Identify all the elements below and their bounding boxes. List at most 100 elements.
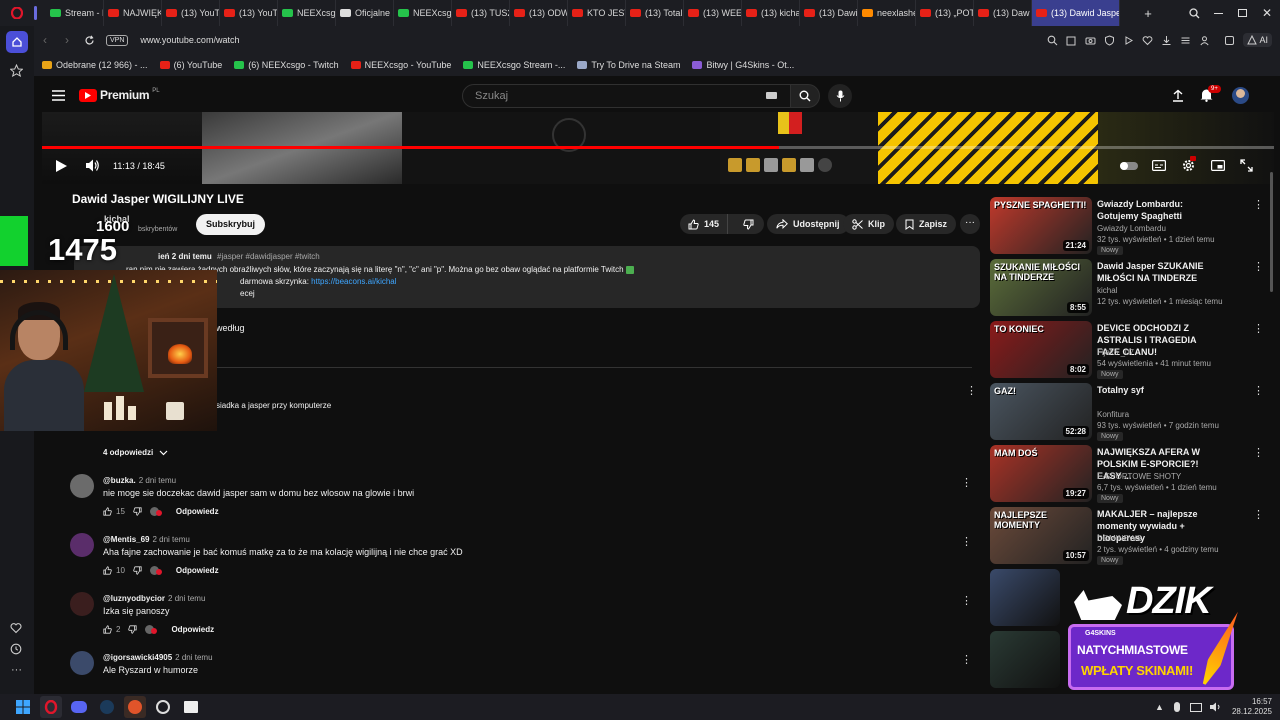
comment-avatar[interactable]: [70, 651, 94, 675]
home-icon[interactable]: [6, 31, 28, 53]
video-menu[interactable]: ⋮: [1253, 446, 1264, 459]
new-tab-button[interactable]: +: [1136, 6, 1160, 21]
comment-avatar[interactable]: [70, 592, 94, 616]
description-link[interactable]: https://beacons.ai/kichal: [311, 277, 396, 286]
obs-taskbar-icon[interactable]: [124, 696, 146, 718]
autoplay-toggle[interactable]: [1120, 162, 1138, 170]
reply-button[interactable]: Odpowiedz: [176, 507, 219, 516]
url-field[interactable]: www.youtube.com/watch: [140, 35, 1047, 45]
volume-tray-icon[interactable]: [1209, 702, 1222, 712]
comment-author[interactable]: @Mentis_69 2 dni temu: [103, 535, 190, 544]
browser-tab[interactable]: KTO JEST×: [568, 0, 626, 26]
comment-like-button[interactable]: 15: [103, 507, 125, 516]
share-button[interactable]: Udostępnij: [767, 214, 849, 234]
search-page-icon[interactable]: [1047, 35, 1058, 46]
browser-tab[interactable]: (13) Dawi×: [800, 0, 858, 26]
edit-icon[interactable]: [1066, 35, 1077, 46]
progress-track[interactable]: [42, 146, 1274, 149]
page-scrollbar[interactable]: [1270, 172, 1273, 292]
video-menu[interactable]: ⋮: [1253, 508, 1264, 521]
video-menu[interactable]: ⋮: [1253, 384, 1264, 397]
browser-tab[interactable]: NAJWIĘK×: [104, 0, 162, 26]
windows-start-icon[interactable]: [12, 696, 34, 718]
browser-tab[interactable]: (13) TUS2×: [452, 0, 510, 26]
forward-icon[interactable]: ›: [56, 33, 78, 47]
video-thumbnail[interactable]: GAZ! 52:28: [990, 383, 1092, 440]
comment-menu[interactable]: ⋮: [961, 653, 972, 666]
recommended-video[interactable]: TO KONIEC 8:02 DEVICE ODCHODZI Z ASTRALIS …: [990, 321, 1280, 381]
favorites-icon[interactable]: [10, 622, 22, 634]
aria-ai-button[interactable]: AI: [1243, 33, 1272, 47]
replies-toggle[interactable]: 4 odpowiedzi: [103, 448, 168, 457]
browser-tab[interactable]: NEEXcsgo×: [278, 0, 336, 26]
extensions-icon[interactable]: [1224, 35, 1235, 46]
video-menu[interactable]: ⋮: [1253, 322, 1264, 335]
settings-gear-icon[interactable]: [1182, 156, 1196, 172]
video-thumbnail[interactable]: TO KONIEC 8:02: [990, 321, 1092, 378]
comment-menu[interactable]: ⋮: [961, 476, 972, 489]
browser-tab[interactable]: Stream - E×: [46, 0, 104, 26]
tab-list-icon[interactable]: [34, 0, 46, 26]
app-taskbar-icon[interactable]: [152, 696, 174, 718]
browser-tab[interactable]: (13) kichal×: [742, 0, 800, 26]
comment-author[interactable]: @igorsawicki4905 2 dni temu: [103, 653, 213, 662]
comment-like-button[interactable]: 10: [103, 566, 125, 575]
miniplayer-icon[interactable]: [1211, 160, 1225, 171]
browser-tab[interactable]: (13) Total×: [626, 0, 684, 26]
opera-taskbar-icon[interactable]: [40, 696, 62, 718]
account-avatar[interactable]: [1232, 87, 1249, 104]
player-icon[interactable]: [1123, 35, 1134, 46]
youtube-logo[interactable]: Premium PL: [79, 88, 160, 102]
browser-tab[interactable]: (13) YouT×: [220, 0, 278, 26]
back-icon[interactable]: ‹: [34, 33, 56, 47]
tray-chevron-icon[interactable]: ▲: [1155, 702, 1164, 712]
vpn-badge[interactable]: VPN: [106, 34, 129, 46]
create-upload-icon[interactable]: [1172, 89, 1184, 102]
subscribe-button[interactable]: Subskrybuj: [196, 214, 266, 235]
video-thumbnail[interactable]: [990, 631, 1060, 688]
shield-icon[interactable]: [1104, 34, 1115, 46]
steam-taskbar-icon[interactable]: [96, 696, 118, 718]
mic-tray-icon[interactable]: [1173, 702, 1180, 712]
video-title[interactable]: Gwiazdy Lombardu: Gotujemy Spaghetti: [1097, 198, 1219, 222]
like-button[interactable]: 145: [680, 214, 729, 234]
history-icon[interactable]: [10, 643, 22, 655]
voice-search-button[interactable]: [828, 84, 852, 108]
comment-like-button[interactable]: 2: [103, 625, 120, 634]
speed-dial-icon[interactable]: [10, 64, 23, 77]
comment-dislike-button[interactable]: [133, 506, 142, 516]
keyboard-icon[interactable]: [766, 92, 777, 99]
video-player[interactable]: 11:13 / 18:45: [42, 112, 1274, 184]
browser-tab[interactable]: (13) YouT×: [162, 0, 220, 26]
heart-icon[interactable]: [1142, 35, 1153, 46]
comment-avatar[interactable]: [70, 533, 94, 557]
reply-button[interactable]: Odpowiedz: [176, 566, 219, 575]
bookmark-item[interactable]: Odebrane (12 966) - ...: [42, 60, 148, 70]
bookmark-item[interactable]: Bitwy | G4Skins - Ot...: [692, 60, 794, 70]
video-thumbnail[interactable]: PYSZNE SPAGHETTI! 21:24: [990, 197, 1092, 254]
subtitles-icon[interactable]: [1152, 160, 1166, 171]
video-menu[interactable]: ⋮: [1253, 198, 1264, 211]
bookmark-item[interactable]: NEEXcsgo - YouTube: [350, 60, 451, 70]
comment-dislike-button[interactable]: [133, 565, 142, 575]
comment-author[interactable]: @buzka. 2 dni temu: [103, 476, 176, 485]
video-thumbnail[interactable]: [990, 569, 1060, 626]
description-more[interactable]: ecej: [240, 289, 255, 298]
camera-icon[interactable]: [1085, 35, 1096, 46]
easy-setup-icon[interactable]: [1180, 35, 1191, 46]
comment-author[interactable]: @luznyodbycior 2 dni temu: [103, 594, 205, 603]
more-actions-button[interactable]: ···: [960, 214, 980, 234]
video-title[interactable]: Totalny syf: [1097, 384, 1219, 396]
browser-tab[interactable]: (13) WEEK×: [684, 0, 742, 26]
more-sidebar-icon[interactable]: ···: [11, 664, 22, 676]
search-button[interactable]: [790, 84, 820, 108]
sort-comments-label[interactable]: według: [216, 323, 245, 333]
recommended-video[interactable]: PYSZNE SPAGHETTI! 21:24 Gwiazdy Lombardu: …: [990, 197, 1280, 257]
recommended-video[interactable]: MAM DOŚ 19:27 NAJWIĘKSZA AFERA W POLSKIM E…: [990, 445, 1280, 505]
minimize-window-icon[interactable]: [1206, 12, 1230, 14]
browser-tab[interactable]: (13) Dawid Jaspe×: [1032, 0, 1120, 26]
opera-logo-icon[interactable]: [0, 0, 34, 26]
profile-icon[interactable]: [1199, 35, 1210, 46]
video-thumbnail[interactable]: NAJLEPSZE MOMENTY 10:57: [990, 507, 1092, 564]
play-button[interactable]: [56, 160, 67, 172]
